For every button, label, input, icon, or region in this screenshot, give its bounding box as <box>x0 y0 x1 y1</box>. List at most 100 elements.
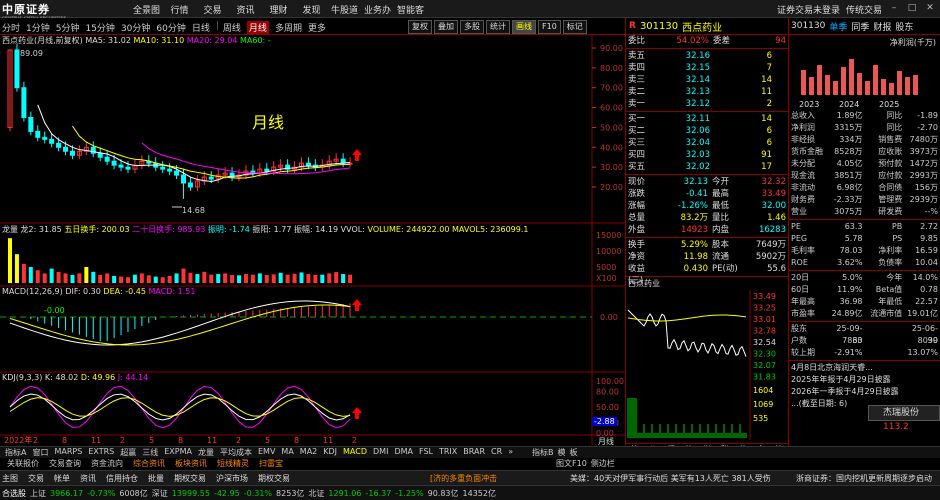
news-ticker-3[interactable]: 浙商证券：国内挖机更新周期逐步启动 <box>796 473 932 484</box>
indicator-tab-16[interactable]: FSL <box>416 447 436 458</box>
indicator-tab-0[interactable]: 指标A <box>2 447 29 458</box>
toolbar-btn-3[interactable]: 统计 <box>486 20 510 34</box>
bottom-link-2[interactable]: 资金流向 <box>86 458 128 469</box>
intraday-mini-chart[interactable]: 33.49 33.25 33.01 32.78 32.54 32.30 32.07 31.83… <box>626 290 788 440</box>
order-price: 32.13 <box>685 87 710 97</box>
order-row[interactable]: 买二 32.06 6 <box>626 125 788 137</box>
indicator-tab-13[interactable]: MACD <box>340 447 370 458</box>
indicator-tab-17[interactable]: TRIX <box>436 447 460 458</box>
stat-label-2: 今开 <box>712 177 730 187</box>
function-item-1[interactable]: 交易 <box>28 473 44 484</box>
traditional-trade-link[interactable]: 传统交易 <box>846 3 882 16</box>
bottom-link-0[interactable]: 关联报价 <box>2 458 44 469</box>
indicator-tab-right-2[interactable]: 板 <box>570 447 578 458</box>
function-item-8[interactable]: 期权交易 <box>258 473 290 484</box>
period-tab-5[interactable]: 60分钟 <box>156 21 185 34</box>
period-tab-4[interactable]: 30分钟 <box>121 21 150 34</box>
vvol-label: VVOL: <box>340 225 365 234</box>
period-tab-0[interactable]: 分时 <box>2 21 20 34</box>
news-ticker-2[interactable]: 美媒：40天对伊军事行动后 美军有13人死亡 381人受伤 <box>570 473 771 484</box>
period-tab-1[interactable]: 1分钟 <box>26 21 50 34</box>
news-ticker-1[interactable]: [济的多重负面冲击 <box>430 473 497 484</box>
popup-stock[interactable]: 杰瑞股份 113.2 <box>868 405 940 432</box>
order-row[interactable]: 卖一 32.12 2 <box>626 98 788 110</box>
period-tab-7[interactable]: 周线 <box>223 21 241 34</box>
bottom-link-4[interactable]: 板块资讯 <box>170 458 212 469</box>
indicator-tab-7[interactable]: 龙量 <box>195 447 217 458</box>
fund-cell-a: 60日 <box>791 285 810 294</box>
order-row[interactable]: 买三 32.04 6 <box>626 137 788 149</box>
indicator-tab-18[interactable]: BRAR <box>460 447 488 458</box>
indicator-tab-10[interactable]: MA <box>278 447 296 458</box>
order-row[interactable]: 卖二 32.13 11 <box>626 86 788 98</box>
period-tab-10[interactable]: 更多 <box>308 21 326 34</box>
fund-tab-3[interactable]: 股东 <box>895 20 913 33</box>
fund-cell-b: 1.89亿 <box>836 111 863 120</box>
indicator-tab-4[interactable]: 超赢 <box>117 447 139 458</box>
order-row[interactable]: 卖五 32.16 6 <box>626 50 788 62</box>
news-item[interactable]: 2025年年报于4月29日披露 <box>791 374 940 386</box>
period-tab-9[interactable]: 多周期 <box>275 21 302 34</box>
indicator-tab-2[interactable]: MARPS <box>51 447 85 458</box>
indicator-tab-5[interactable]: 三线 <box>139 447 161 458</box>
toolbar-btn-0[interactable]: 复权 <box>408 20 432 34</box>
function-item-0[interactable]: 主图 <box>2 473 18 484</box>
order-level: 卖四 <box>628 63 646 73</box>
function-item-5[interactable]: 批量 <box>148 473 164 484</box>
toolbar-btn-6[interactable]: 标记 <box>562 20 587 34</box>
indicator-tab-right-0[interactable]: 指标B <box>532 447 554 458</box>
period-tab-8[interactable]: 月线 <box>246 21 269 34</box>
indicator-tab-15[interactable]: DMA <box>391 447 416 458</box>
fund-tab-0[interactable]: 单季 <box>829 20 847 33</box>
stat-label: 总量 <box>628 213 646 223</box>
minimize-button[interactable]: – <box>888 3 900 16</box>
toolbar-btn-4[interactable]: 画线 <box>512 20 536 34</box>
trade-login-status[interactable]: 证券交易未登录 <box>777 3 840 16</box>
indicator-tab-19[interactable]: CR <box>488 447 505 458</box>
fund-tab-1[interactable]: 同季 <box>851 20 869 33</box>
volume-bar <box>223 273 228 283</box>
indicator-tab-right-1[interactable]: 模 <box>558 447 566 458</box>
kline-svg[interactable]: 90.0080.0070.0060.0050.0040.0030.0020.00… <box>0 35 625 445</box>
bottom-link-right-1[interactable]: 侧边栏 <box>591 458 615 469</box>
order-volume: 7 <box>766 63 772 73</box>
bottom-link-right-0[interactable]: 图文F10 <box>556 458 587 469</box>
indicator-tab-11[interactable]: MA2 <box>297 447 320 458</box>
kline-chart-area[interactable]: 90.00 80.00 70.00 60.00 50.00 40.00 30.00 20.00… <box>0 35 625 446</box>
indicator-tab-3[interactable]: EXTRS <box>85 447 117 458</box>
function-item-7[interactable]: 沪深市场 <box>216 473 248 484</box>
order-row[interactable]: 买五 32.02 17 <box>626 161 788 173</box>
period-tab-3[interactable]: 15分钟 <box>85 21 114 34</box>
function-item-2[interactable]: 帐单 <box>54 473 70 484</box>
indicator-tab-1[interactable]: 窗口 <box>29 447 51 458</box>
function-item-4[interactable]: 信用持仓 <box>106 473 138 484</box>
macd-up-arrow-icon <box>352 299 362 311</box>
bottom-link-5[interactable]: 短线精灵 <box>212 458 254 469</box>
chart-toolbar: 复权 叠加 多股 统计 画线 F10 标记 <box>408 20 587 34</box>
toolbar-btn-5[interactable]: F10 <box>538 20 561 34</box>
period-tab-2[interactable]: 5分钟 <box>56 21 80 34</box>
toolbar-btn-1[interactable]: 叠加 <box>434 20 458 34</box>
indicator-tab-9[interactable]: EMV <box>255 447 278 458</box>
bottom-link-6[interactable]: 扫雷宝 <box>254 458 288 469</box>
order-row[interactable]: 卖三 32.14 14 <box>626 74 788 86</box>
function-item-6[interactable]: 期权交易 <box>174 473 206 484</box>
order-row[interactable]: 卖四 32.15 7 <box>626 62 788 74</box>
order-row[interactable]: 买一 32.11 14 <box>626 113 788 125</box>
indicator-tab-8[interactable]: 平均成本 <box>217 447 255 458</box>
indicator-tab-14[interactable]: DMI <box>370 447 391 458</box>
bottom-link-1[interactable]: 交易查询 <box>44 458 86 469</box>
news-item[interactable]: 2026年一季报于4月29日披露 <box>791 386 940 398</box>
toolbar-btn-2[interactable]: 多股 <box>460 20 484 34</box>
indicator-tab-12[interactable]: KDJ <box>320 447 340 458</box>
bottom-link-3[interactable]: 综合资讯 <box>128 458 170 469</box>
order-row[interactable]: 买四 32.03 91 <box>626 149 788 161</box>
function-item-3[interactable]: 资讯 <box>80 473 96 484</box>
close-button[interactable]: ✕ <box>924 3 936 16</box>
news-item[interactable]: 4月8日北京海润天睿... <box>791 362 940 374</box>
fund-tab-2[interactable]: 财报 <box>873 20 891 33</box>
maximize-button[interactable]: □ <box>906 3 918 16</box>
period-tab-6[interactable]: 日线 <box>192 21 210 34</box>
indicator-tab-6[interactable]: EXPMA <box>161 447 195 458</box>
indicator-tab-20[interactable]: » <box>505 447 516 458</box>
